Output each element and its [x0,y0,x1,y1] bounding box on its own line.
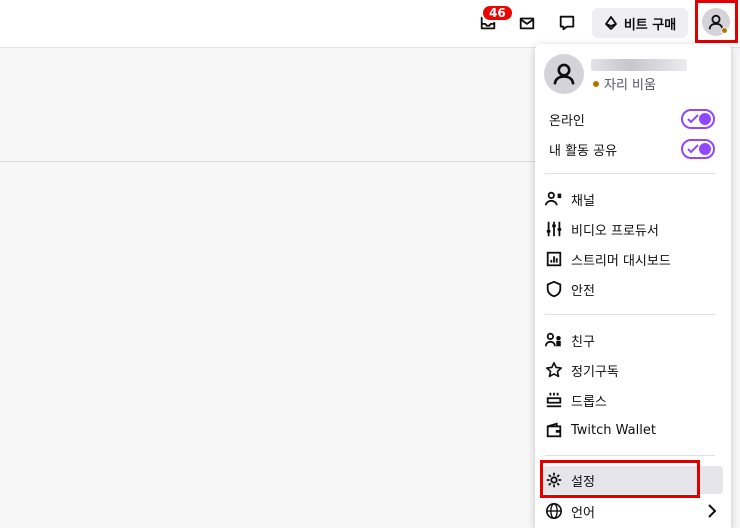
mail-icon [519,17,535,30]
share-activity-toggle-label: 내 활동 공유 [549,143,618,159]
online-toggle-label: 온라인 [549,113,585,129]
menu-separator [545,455,715,456]
drops-icon [543,389,565,411]
menu-item-label: 비디오 프로듀서 [571,223,659,239]
menu-separator [545,314,715,315]
get-bits-button[interactable]: 비트 구매 [592,8,688,38]
whispers-button[interactable] [552,8,582,38]
star-icon [543,359,565,381]
away-status-dot [593,80,599,87]
menu-item-label: 친구 [571,334,595,350]
sliders-icon [543,218,565,240]
menu-item-video-producer[interactable]: 비디오 프로듀서 [543,215,723,243]
user-status: 자리 비움 [593,74,656,93]
user-menu-dropdown: 자리 비움 온라인 내 활동 공유 채널 비디오 프로듀서 스트리머 대시보드 … [535,44,731,528]
menu-item-label: Twitch Wallet [571,422,656,438]
get-bits-label: 비트 구매 [623,17,677,33]
menu-item-label: 안전 [571,283,595,299]
notification-count-badge: 46 [481,4,514,22]
wallet-icon [543,419,565,441]
whispers-inbox-button[interactable] [512,8,542,38]
chat-bubble-icon [559,15,575,31]
avatar-highlight-box [695,0,738,43]
menu-item-friends[interactable]: 친구 [543,326,723,354]
toggle-knob [699,143,711,155]
share-activity-toggle[interactable] [681,139,715,159]
user-icon [553,63,575,85]
top-navigation-bar: 46 비트 구매 [0,0,740,48]
menu-item-label: 스트리머 대시보드 [571,253,671,269]
menu-item-language[interactable]: 언어 [543,497,723,525]
menu-item-label: 채널 [571,193,595,209]
menu-avatar [544,54,584,94]
menu-item-channel[interactable]: 채널 [543,185,723,213]
dashboard-chart-icon [543,248,565,270]
menu-separator [545,173,715,174]
toggle-knob [699,113,711,125]
checkmark-icon [687,144,699,154]
menu-item-label: 언어 [571,505,595,521]
menu-item-creator-dashboard[interactable]: 스트리머 대시보드 [543,245,723,273]
menu-item-twitch-wallet[interactable]: Twitch Wallet [543,416,723,444]
content-divider [0,161,540,162]
blurred-username [591,59,687,71]
bits-diamond-icon [604,16,617,30]
menu-item-subscriptions[interactable]: 정기구독 [543,356,723,384]
menu-item-drops[interactable]: 드롭스 [543,386,723,414]
chevron-right-icon [708,504,717,518]
menu-item-label: 드롭스 [571,394,607,410]
globe-icon [543,500,565,522]
status-text: 자리 비움 [604,78,656,93]
online-toggle-row[interactable]: 온라인 [543,105,723,133]
checkmark-icon [687,114,699,124]
shield-icon [543,278,565,300]
channel-icon [543,188,565,210]
friends-icon [543,329,565,351]
menu-item-safety[interactable]: 안전 [543,275,723,303]
online-toggle[interactable] [681,109,715,129]
menu-item-label: 정기구독 [571,364,619,380]
share-activity-toggle-row[interactable]: 내 활동 공유 [543,135,723,163]
settings-highlight-box [540,460,700,498]
